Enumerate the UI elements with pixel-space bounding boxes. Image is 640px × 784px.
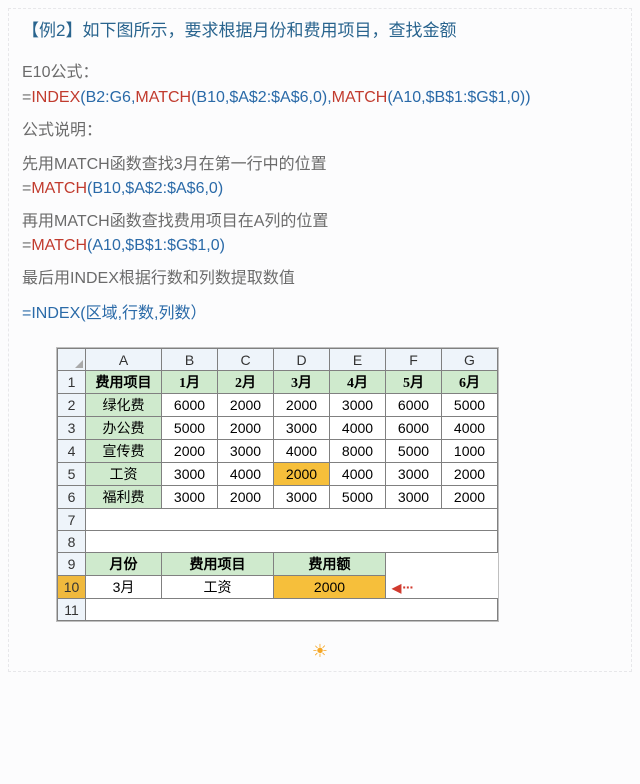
sun-icon: ☀ bbox=[22, 641, 618, 662]
cell[interactable] bbox=[386, 553, 498, 576]
cell[interactable]: 4000 bbox=[218, 463, 274, 486]
explain-label: 公式说明： bbox=[22, 119, 618, 143]
cell[interactable]: 办公费 bbox=[86, 417, 162, 440]
row-header-selected[interactable]: 10 bbox=[58, 576, 86, 599]
cell[interactable]: 5000 bbox=[330, 486, 386, 509]
row-header[interactable]: 3 bbox=[58, 417, 86, 440]
spreadsheet: A B C D E F G 1 费用项目 1月 2月 3月 4月 5月 6月 2… bbox=[56, 347, 618, 627]
cell[interactable]: 3000 bbox=[330, 394, 386, 417]
row-header[interactable]: 7 bbox=[58, 509, 86, 531]
table-row-empty: 8 bbox=[58, 531, 498, 553]
col-header[interactable]: C bbox=[218, 349, 274, 371]
cell[interactable]: 费用项目 bbox=[162, 553, 274, 576]
cell[interactable]: 3000 bbox=[274, 486, 330, 509]
row-header[interactable]: 9 bbox=[58, 553, 86, 576]
cell[interactable]: 4月 bbox=[330, 371, 386, 394]
col-header[interactable]: D bbox=[274, 349, 330, 371]
row-header[interactable]: 4 bbox=[58, 440, 86, 463]
explain-1: 先用MATCH函数查找3月在第一行中的位置 bbox=[22, 153, 618, 177]
table-row: 2 绿化费 6000 2000 2000 3000 6000 5000 bbox=[58, 394, 498, 417]
cell[interactable]: 3000 bbox=[386, 463, 442, 486]
example-title: 【例2】如下图所示，要求根据月份和费用项目，查找金额 bbox=[22, 18, 618, 44]
cell[interactable]: 2000 bbox=[162, 440, 218, 463]
cell[interactable]: 月份 bbox=[86, 553, 162, 576]
formula-e10: =INDEX(B2:G6,MATCH(B10,$A$2:$A$6,0),MATC… bbox=[22, 86, 618, 109]
cell[interactable]: 4000 bbox=[274, 440, 330, 463]
cell[interactable]: 5000 bbox=[442, 394, 498, 417]
cell[interactable]: 6000 bbox=[386, 394, 442, 417]
lookup-result-row: 10 3月 工资 2000 ··· bbox=[58, 576, 498, 599]
table-row: 3 办公费 5000 2000 3000 4000 6000 4000 bbox=[58, 417, 498, 440]
cell[interactable]: 1月 bbox=[162, 371, 218, 394]
formula-header: E10公式： bbox=[22, 58, 618, 82]
row-header[interactable]: 8 bbox=[58, 531, 86, 553]
cell[interactable]: 费用项目 bbox=[86, 371, 162, 394]
cell[interactable]: 费用额 bbox=[274, 553, 386, 576]
cell[interactable]: 1000 bbox=[442, 440, 498, 463]
cell[interactable]: 2000 bbox=[218, 417, 274, 440]
table-row: 5 工资 3000 4000 2000 4000 3000 2000 bbox=[58, 463, 498, 486]
cell[interactable]: 2月 bbox=[218, 371, 274, 394]
cell[interactable]: 6000 bbox=[162, 394, 218, 417]
cell[interactable]: 3000 bbox=[162, 486, 218, 509]
explain-2: 再用MATCH函数查找费用项目在A列的位置 bbox=[22, 210, 618, 234]
lookup-header-row: 9 月份 费用项目 费用额 bbox=[58, 553, 498, 576]
table-row: 6 福利费 3000 2000 3000 5000 3000 2000 bbox=[58, 486, 498, 509]
cell[interactable]: 2000 bbox=[442, 463, 498, 486]
table-row: 4 宣传费 2000 3000 4000 8000 5000 1000 bbox=[58, 440, 498, 463]
cell[interactable]: 2000 bbox=[218, 486, 274, 509]
cell[interactable]: 3月 bbox=[86, 576, 162, 599]
cell[interactable]: 5000 bbox=[386, 440, 442, 463]
cell[interactable]: 8000 bbox=[330, 440, 386, 463]
arrow-icon: ··· bbox=[386, 576, 498, 599]
col-header[interactable]: B bbox=[162, 349, 218, 371]
spreadsheet-table: A B C D E F G 1 费用项目 1月 2月 3月 4月 5月 6月 2… bbox=[57, 348, 498, 621]
col-header[interactable]: A bbox=[86, 349, 162, 371]
cell[interactable] bbox=[86, 509, 498, 531]
cell[interactable]: 绿化费 bbox=[86, 394, 162, 417]
cell[interactable]: 宣传费 bbox=[86, 440, 162, 463]
cell[interactable]: 工资 bbox=[86, 463, 162, 486]
cell[interactable]: 2000 bbox=[274, 394, 330, 417]
select-all-corner[interactable] bbox=[58, 349, 86, 371]
table-row-empty: 11 bbox=[58, 599, 498, 621]
cell[interactable]: 6000 bbox=[386, 417, 442, 440]
col-header-row: A B C D E F G bbox=[58, 349, 498, 371]
col-header[interactable]: G bbox=[442, 349, 498, 371]
cell[interactable] bbox=[86, 599, 498, 621]
header-row: 1 费用项目 1月 2月 3月 4月 5月 6月 bbox=[58, 371, 498, 394]
row-header[interactable]: 1 bbox=[58, 371, 86, 394]
cell[interactable]: 2000 bbox=[442, 486, 498, 509]
cell-highlight[interactable]: 2000 bbox=[274, 463, 330, 486]
cell[interactable]: 6月 bbox=[442, 371, 498, 394]
cell[interactable]: 5月 bbox=[386, 371, 442, 394]
cell[interactable]: 4000 bbox=[330, 463, 386, 486]
col-header[interactable]: E bbox=[330, 349, 386, 371]
cell[interactable]: 3000 bbox=[386, 486, 442, 509]
cell[interactable] bbox=[86, 531, 498, 553]
cell[interactable]: 3000 bbox=[218, 440, 274, 463]
col-header[interactable]: F bbox=[386, 349, 442, 371]
row-header[interactable]: 11 bbox=[58, 599, 86, 621]
row-header[interactable]: 6 bbox=[58, 486, 86, 509]
cell-result[interactable]: 2000 bbox=[274, 576, 386, 599]
cell[interactable]: 4000 bbox=[330, 417, 386, 440]
formula-index-generic: =INDEX(区域,行数,列数） bbox=[22, 299, 618, 323]
cell[interactable]: 5000 bbox=[162, 417, 218, 440]
cell[interactable]: 福利费 bbox=[86, 486, 162, 509]
formula-match-row: =MATCH(B10,$A$2:$A$6,0) bbox=[22, 177, 618, 200]
cell[interactable]: 3月 bbox=[274, 371, 330, 394]
explain-3: 最后用INDEX根据行数和列数提取数值 bbox=[22, 267, 618, 291]
row-header[interactable]: 5 bbox=[58, 463, 86, 486]
formula-match-col: =MATCH(A10,$B$1:$G$1,0) bbox=[22, 234, 618, 257]
cell[interactable]: 工资 bbox=[162, 576, 274, 599]
cell[interactable]: 3000 bbox=[162, 463, 218, 486]
cell[interactable]: 3000 bbox=[274, 417, 330, 440]
cell[interactable]: 2000 bbox=[218, 394, 274, 417]
cell[interactable]: 4000 bbox=[442, 417, 498, 440]
row-header[interactable]: 2 bbox=[58, 394, 86, 417]
table-row-empty: 7 bbox=[58, 509, 498, 531]
